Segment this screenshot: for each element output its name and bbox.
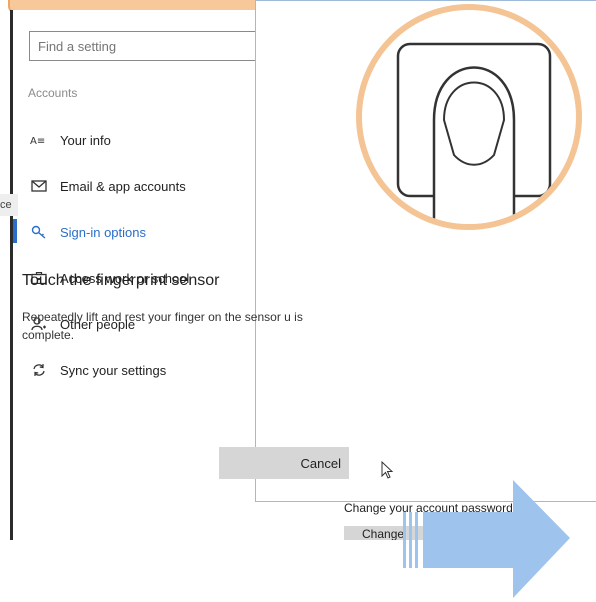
cancel-button[interactable]: Cancel	[219, 447, 349, 479]
sidebar-item-email[interactable]: Email & app accounts	[28, 174, 186, 198]
window-edge	[10, 10, 13, 540]
fingerprint-sensor-highlight	[356, 4, 582, 230]
active-indicator	[13, 219, 17, 243]
dialog-title: Touch the fingerprint sensor	[22, 272, 220, 289]
dialog-description: Repeatedly lift and rest your finger on …	[22, 310, 303, 342]
sidebar-item-label: Email & app accounts	[60, 178, 186, 194]
sync-icon	[28, 362, 50, 378]
sidebar-item-label: Sync your settings	[60, 362, 167, 378]
right-arrow-icon	[403, 480, 570, 598]
search-box[interactable]	[29, 31, 269, 61]
fingerprint-sensor-icon	[396, 42, 552, 224]
background-tab-label: ce	[0, 199, 12, 211]
mail-icon	[28, 178, 50, 194]
sidebar-item-your-info[interactable]: A≡ Your info	[28, 128, 111, 152]
svg-text:A≡: A≡	[30, 136, 45, 146]
sidebar-item-label: Sign-in options	[60, 224, 146, 240]
sidebar-item-sign-in[interactable]: Sign-in options	[28, 220, 146, 244]
sidebar-item-label: Your info	[60, 132, 111, 148]
sidebar-item-sync[interactable]: Sync your settings	[28, 358, 166, 382]
section-label-accounts: Accounts	[28, 86, 78, 100]
mouse-cursor-icon	[381, 461, 394, 479]
background-tab: ce	[0, 194, 18, 216]
person-card-icon: A≡	[28, 132, 50, 148]
search-input[interactable]	[36, 32, 240, 60]
key-icon	[28, 224, 50, 240]
